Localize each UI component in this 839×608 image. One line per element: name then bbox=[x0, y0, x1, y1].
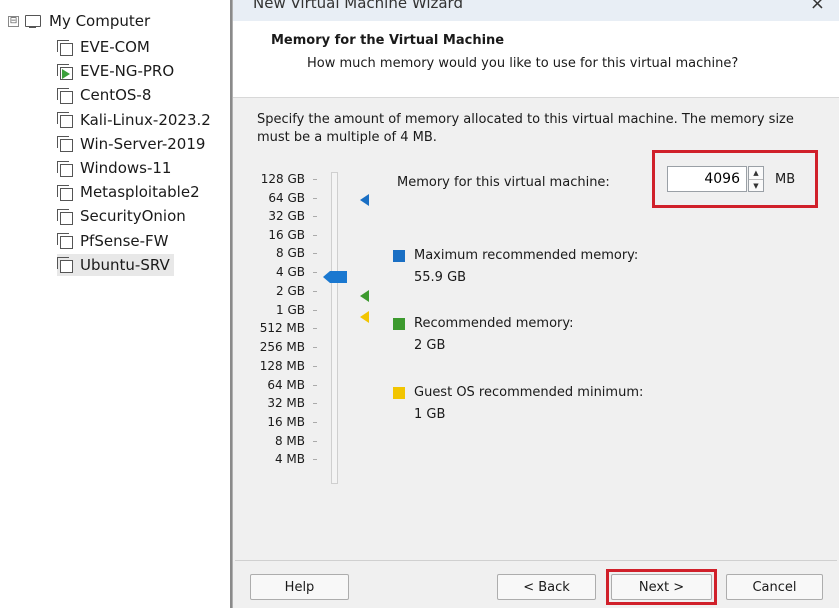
page-title: Memory for the Virtual Machine bbox=[271, 33, 505, 48]
highlight-box-memory bbox=[652, 150, 818, 208]
vm-label: Metasploitable2 bbox=[80, 183, 200, 202]
vm-library-tree: ⊟ My Computer EVE-COM EVE-NG-PRO CentOS-8 K… bbox=[0, 0, 232, 608]
page-subtitle: How much memory would you like to use fo… bbox=[307, 56, 739, 71]
scale-tick-label: 128 GB bbox=[260, 172, 305, 186]
vm-icon bbox=[57, 233, 73, 250]
scale-tick-mark bbox=[313, 253, 317, 254]
tree-item-vm[interactable]: PfSense-FW bbox=[57, 230, 173, 252]
recommended-legend-icon bbox=[393, 318, 405, 330]
vm-icon bbox=[57, 208, 73, 225]
dialog-title: New Virtual Machine Wizard bbox=[253, 0, 463, 12]
tree-item-vm[interactable]: CentOS-8 bbox=[57, 84, 155, 106]
computer-icon bbox=[25, 15, 41, 28]
vm-label: CentOS-8 bbox=[80, 86, 152, 105]
scale-tick-mark bbox=[313, 216, 317, 217]
scale-tick-label: 32 GB bbox=[268, 209, 305, 223]
footer-divider bbox=[235, 560, 837, 561]
scale-tick-mark bbox=[313, 459, 317, 460]
scale-tick-label: 64 MB bbox=[267, 378, 305, 392]
tree-item-vm[interactable]: Ubuntu-SRV bbox=[57, 253, 174, 276]
recommended-label: Recommended memory: bbox=[414, 316, 574, 331]
max-recommended-legend-icon bbox=[393, 250, 405, 262]
tree-item-vm[interactable]: Win-Server-2019 bbox=[57, 133, 209, 155]
vm-label: Ubuntu-SRV bbox=[80, 255, 170, 274]
memory-slider-thumb[interactable] bbox=[323, 271, 347, 283]
tree-item-vm[interactable]: Windows-11 bbox=[57, 157, 175, 179]
tree-item-vm[interactable]: EVE-COM bbox=[57, 36, 154, 58]
scale-tick-label: 16 GB bbox=[268, 228, 305, 242]
vm-icon bbox=[57, 136, 73, 153]
vm-label: PfSense-FW bbox=[80, 231, 169, 250]
scale-tick-mark bbox=[313, 403, 317, 404]
scale-tick-mark bbox=[313, 291, 317, 292]
scale-tick-mark bbox=[313, 198, 317, 199]
scale-tick-mark bbox=[313, 272, 317, 273]
scale-tick-mark bbox=[313, 366, 317, 367]
vm-label: Windows-11 bbox=[80, 159, 172, 177]
vm-label: EVE-NG-PRO bbox=[80, 62, 175, 81]
scale-tick-label: 16 MB bbox=[267, 415, 305, 429]
recommended-value: 2 GB bbox=[414, 338, 446, 353]
scale-tick-label: 256 MB bbox=[259, 340, 305, 354]
scale-tick-mark bbox=[313, 385, 317, 386]
scale-tick-mark bbox=[313, 347, 317, 348]
collapse-icon[interactable]: ⊟ bbox=[8, 15, 19, 27]
scale-tick-label: 4 GB bbox=[276, 265, 305, 279]
scale-tick-mark bbox=[313, 422, 317, 423]
vm-icon bbox=[57, 112, 73, 129]
vm-label: SecurityOnion bbox=[80, 207, 186, 226]
scale-tick-mark bbox=[313, 179, 317, 180]
vm-icon bbox=[57, 87, 73, 104]
cancel-button[interactable]: Cancel bbox=[726, 574, 823, 600]
highlight-box-next bbox=[606, 569, 717, 605]
close-icon[interactable]: × bbox=[810, 0, 825, 14]
memory-slider-track[interactable] bbox=[331, 172, 338, 484]
tree-root-label: My Computer bbox=[49, 12, 151, 30]
scale-tick-label: 1 GB bbox=[276, 303, 305, 317]
wizard-header: Memory for the Virtual Machine How much … bbox=[233, 21, 839, 98]
scale-tick-mark bbox=[313, 441, 317, 442]
guest-min-value: 1 GB bbox=[414, 407, 446, 422]
tree-item-vm[interactable]: Kali-Linux-2023.2 bbox=[57, 109, 215, 131]
scale-tick-label: 2 GB bbox=[276, 284, 305, 298]
vm-icon bbox=[57, 39, 73, 56]
tree-item-my-computer[interactable]: ⊟ My Computer bbox=[8, 10, 150, 32]
tree-item-vm[interactable]: EVE-NG-PRO bbox=[57, 60, 178, 82]
max-recommended-label: Maximum recommended memory: bbox=[414, 248, 639, 263]
vm-label: Kali-Linux-2023.2 bbox=[80, 110, 211, 129]
dialog-titlebar[interactable]: New Virtual Machine Wizard × bbox=[233, 0, 839, 21]
new-vm-wizard-dialog: New Virtual Machine Wizard × Memory for … bbox=[232, 0, 839, 608]
memory-description: Specify the amount of memory allocated t… bbox=[257, 112, 794, 145]
scale-tick-label: 128 MB bbox=[259, 359, 305, 373]
vm-icon bbox=[57, 160, 73, 177]
vm-label: EVE-COM bbox=[80, 38, 150, 56]
scale-tick-mark bbox=[313, 310, 317, 311]
scale-tick-label: 32 MB bbox=[267, 396, 305, 410]
scale-tick-label: 8 MB bbox=[274, 434, 305, 448]
guest-min-label: Guest OS recommended minimum: bbox=[414, 385, 644, 400]
vm-icon bbox=[57, 184, 73, 201]
max-recommended-marker-icon bbox=[360, 194, 369, 206]
memory-field-label: Memory for this virtual machine: bbox=[397, 175, 610, 190]
scale-tick-label: 4 MB bbox=[274, 452, 305, 466]
scale-tick-label: 8 GB bbox=[276, 246, 305, 260]
scale-tick-label: 64 GB bbox=[268, 191, 305, 205]
tree-item-vm[interactable]: SecurityOnion bbox=[57, 205, 190, 227]
recommended-marker-icon bbox=[360, 290, 369, 302]
vm-icon bbox=[57, 257, 73, 274]
help-button[interactable]: Help bbox=[250, 574, 349, 600]
scale-tick-label: 512 MB bbox=[259, 321, 305, 335]
guest-min-legend-icon bbox=[393, 387, 405, 399]
scale-tick-mark bbox=[313, 328, 317, 329]
tree-item-vm[interactable]: Metasploitable2 bbox=[57, 181, 204, 203]
vm-running-icon bbox=[57, 63, 73, 80]
max-recommended-value: 55.9 GB bbox=[414, 270, 467, 285]
scale-tick-mark bbox=[313, 235, 317, 236]
back-button[interactable]: < Back bbox=[497, 574, 596, 600]
guest-min-marker-icon bbox=[360, 311, 369, 323]
vm-label: Win-Server-2019 bbox=[80, 134, 206, 153]
